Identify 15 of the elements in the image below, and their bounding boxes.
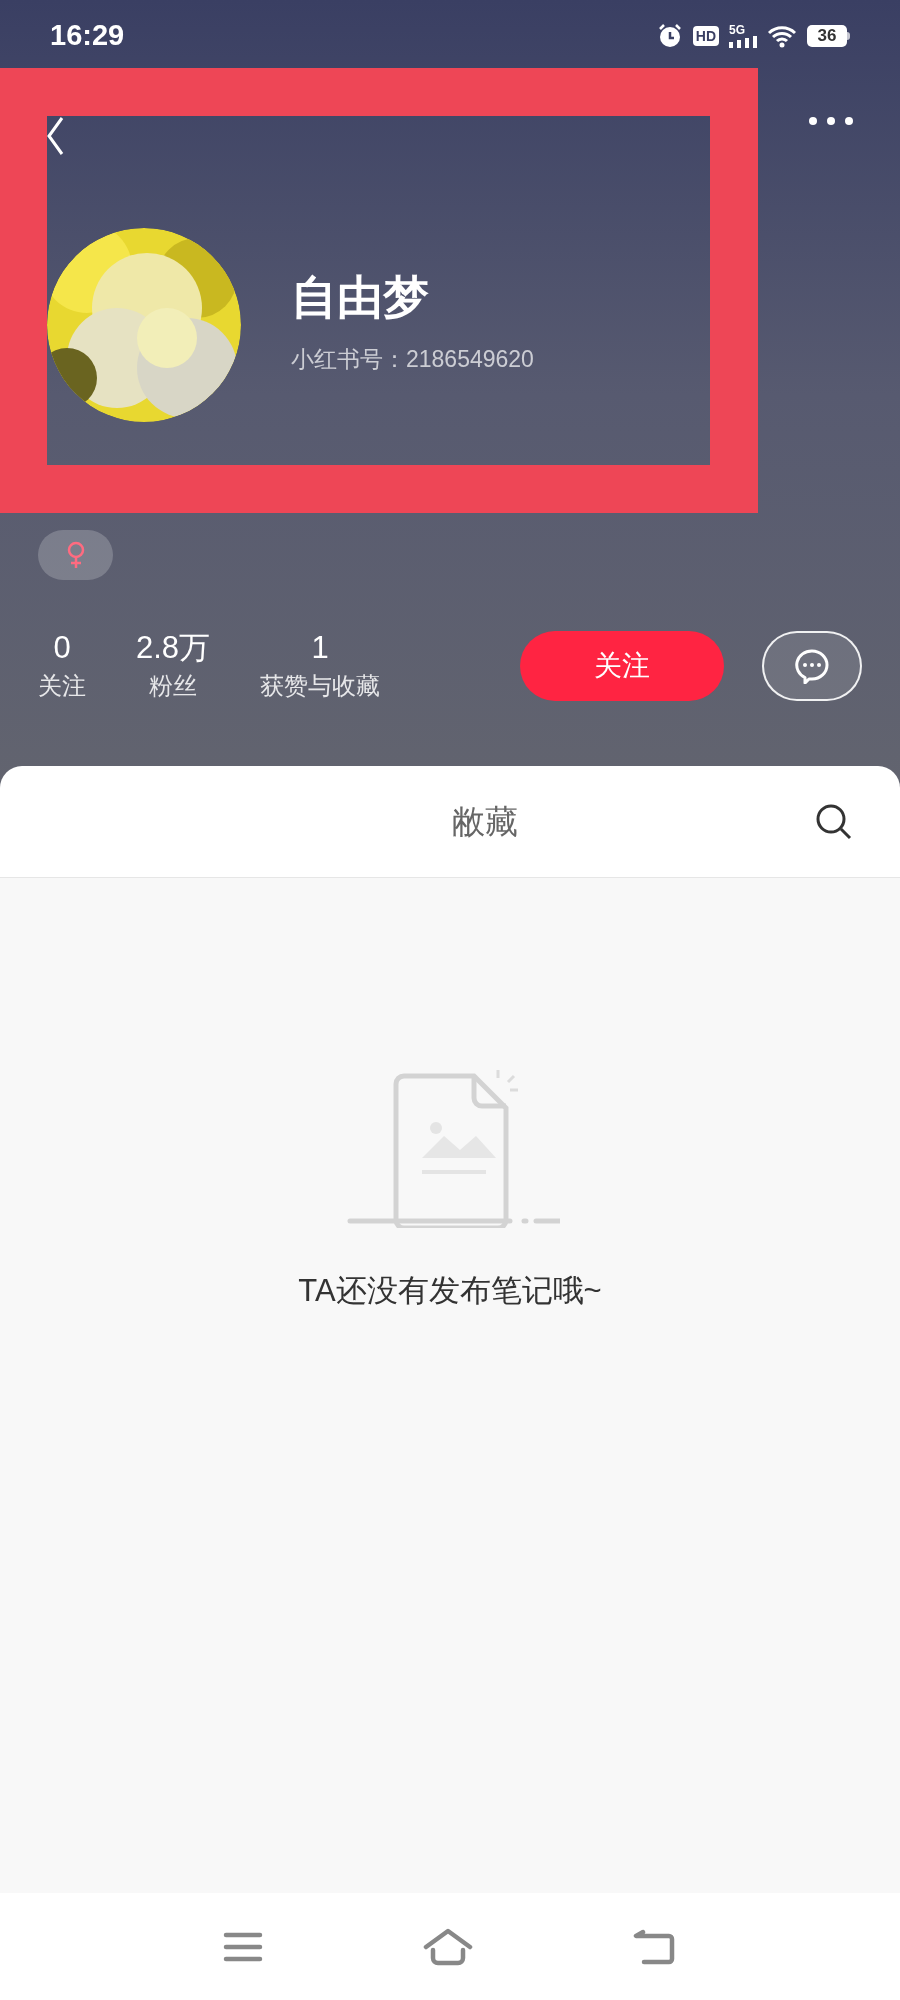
stat-value: 0 xyxy=(53,629,71,667)
status-time: 16:29 xyxy=(50,18,125,54)
network-label: 5G xyxy=(729,24,745,36)
hd-badge: HD xyxy=(692,26,719,46)
stat-label[interactable]: 获赞与收藏 xyxy=(260,668,381,704)
tab[interactable]: 敝藏 xyxy=(452,796,518,847)
follow-button[interactable]: 关注 xyxy=(520,631,724,701)
profile-id: 小红书号：2186549620 xyxy=(291,344,534,374)
profile-name: 自由梦 xyxy=(291,273,430,320)
battery-indicator: 36 xyxy=(807,25,850,47)
stat-value: 1 xyxy=(311,629,329,667)
stat-value: 2.8万 xyxy=(136,629,211,667)
stat-label[interactable]: 关注 xyxy=(38,668,86,704)
stat-label[interactable]: 粉丝 xyxy=(149,668,198,704)
empty-state-message: TA还没有发布笔记哦~ xyxy=(298,1272,602,1310)
